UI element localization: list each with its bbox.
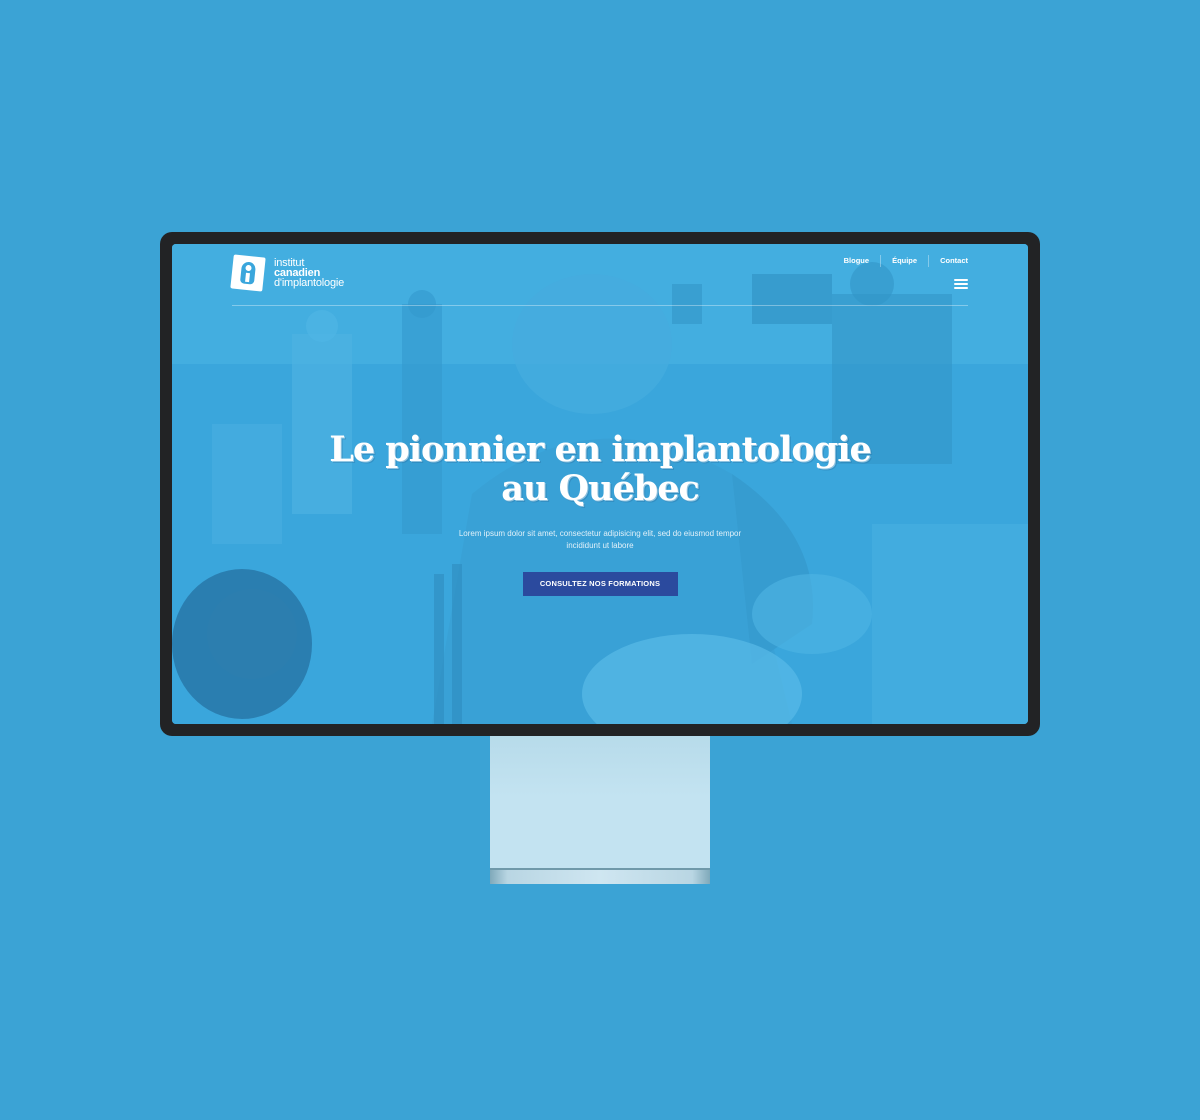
- hero-title: Le pionnier en implantologie au Québec: [329, 429, 872, 509]
- brand-logo[interactable]: institut canadien d'implantologie: [230, 254, 345, 292]
- consult-formations-button[interactable]: CONSULTEZ NOS FORMATIONS: [522, 572, 678, 596]
- stand-foot: [490, 868, 710, 884]
- stand-neck: [490, 736, 710, 870]
- nav-link-contact[interactable]: Contact: [928, 255, 968, 267]
- nav-link-blogue[interactable]: Blogue: [833, 255, 880, 267]
- brand-line-3: d'implantologie: [274, 277, 345, 289]
- monitor: institut canadien d'implantologie Blogue…: [160, 232, 1040, 736]
- hamburger-menu-icon[interactable]: [954, 279, 968, 289]
- brand-name: institut canadien d'implantologie: [274, 258, 345, 289]
- top-navigation: Blogue Équipe Contact: [833, 255, 968, 267]
- nav-link-equipe[interactable]: Équipe: [880, 255, 928, 267]
- website-screen: institut canadien d'implantologie Blogue…: [172, 244, 1028, 724]
- monitor-stand: [490, 736, 710, 884]
- hero-subtitle: Lorem ipsum dolor sit amet, consectetur …: [458, 529, 742, 550]
- tooth-logo-icon: [230, 254, 266, 292]
- site-header: institut canadien d'implantologie Blogue…: [230, 244, 968, 306]
- hero-section: Le pionnier en implantologie au Québec L…: [172, 430, 1028, 596]
